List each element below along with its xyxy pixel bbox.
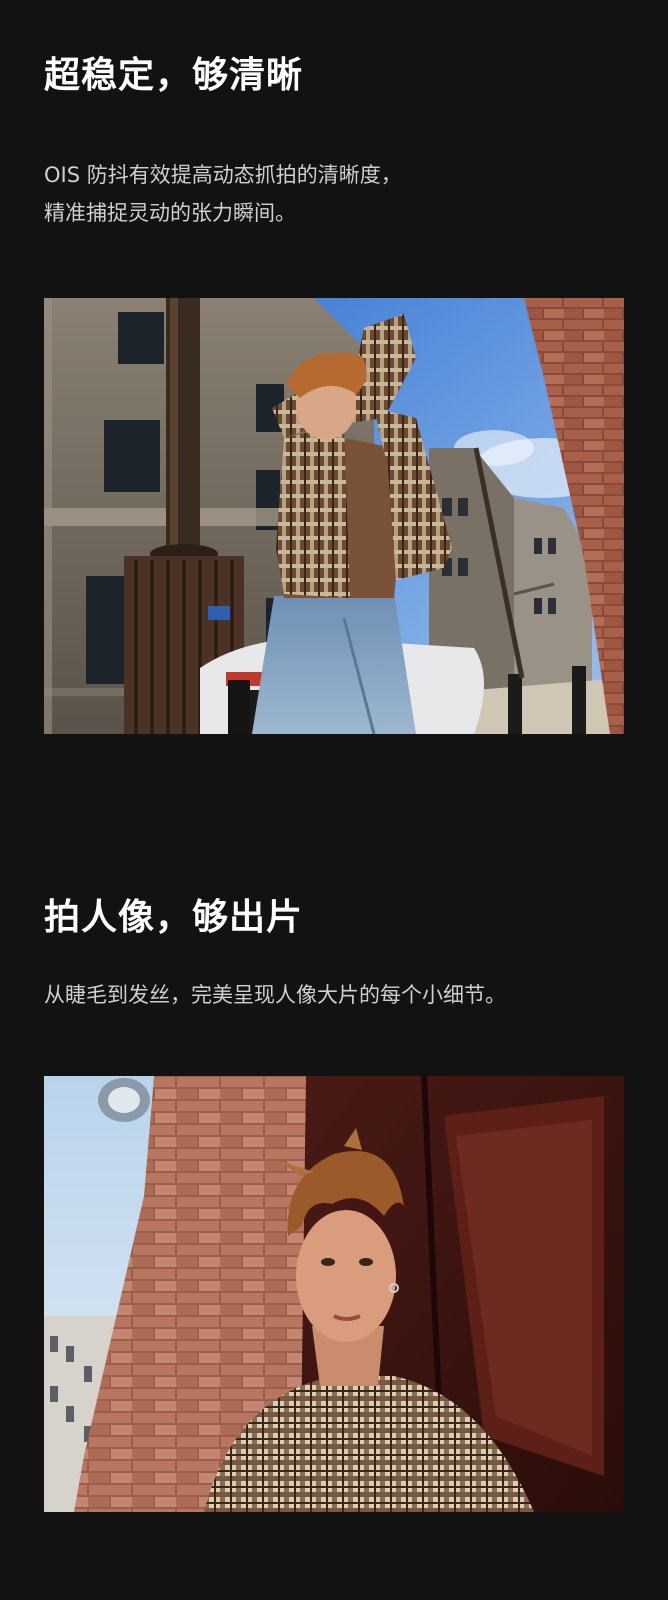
street-motion-photo (44, 298, 624, 734)
description-line: 从睫毛到发丝，完美呈现人像大片的每个小细节。 (44, 983, 506, 1007)
description-line: 精准捕捉灵动的张力瞬间。 (44, 201, 296, 225)
section-stabilization-description: OIS 防抖有效提高动态抓拍的清晰度， 精准捕捉灵动的张力瞬间。 (44, 156, 624, 232)
section-stabilization: 超稳定，够清晰 (44, 52, 624, 100)
section-title: 拍人像，够出片 (44, 897, 304, 938)
section-portrait-description: 从睫毛到发丝，完美呈现人像大片的每个小细节。 (44, 976, 624, 1014)
section-portrait: 拍人像，够出片 (44, 894, 624, 942)
portrait-photo (44, 1076, 624, 1512)
section-title: 超稳定，够清晰 (44, 55, 304, 96)
description-line: OIS 防抖有效提高动态抓拍的清晰度， (44, 163, 402, 187)
